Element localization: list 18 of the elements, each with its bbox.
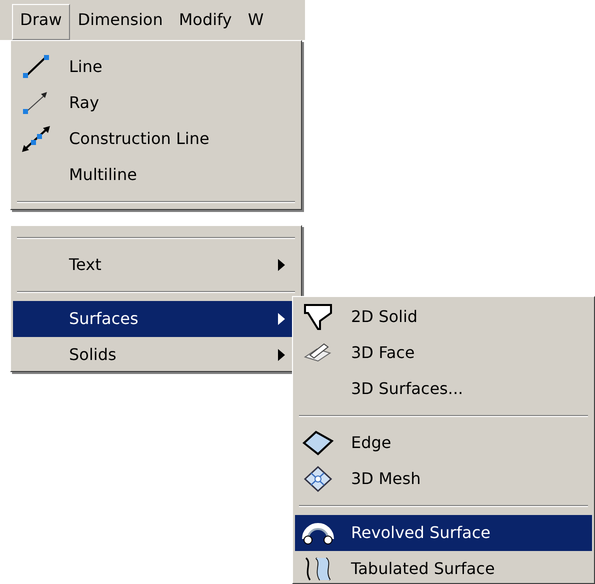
double-arrow-line-icon [19,125,53,153]
menu-item[interactable]: Tabulated Surface [295,551,592,583]
menu-item[interactable]: Edge [295,425,592,461]
menu-item[interactable]: Revolved Surface [295,515,592,551]
menu-item[interactable]: 3D Surfaces... [295,371,592,407]
menu-bar-item[interactable]: Draw [12,4,70,40]
menu-item[interactable]: 3D Mesh [295,461,592,497]
menu-bar-item[interactable]: W [240,4,272,40]
menu-item[interactable]: Multiline [13,157,299,193]
menu-bar-item[interactable]: Dimension [70,4,171,40]
funnel-icon [301,303,335,331]
menu-item[interactable]: Ray [13,85,299,121]
diamond-icon [301,429,335,457]
menu-item[interactable]: Line [13,49,299,85]
menu-item[interactable]: Construction Line [13,121,299,157]
menu-item[interactable]: Text [13,247,299,283]
mesh-diamond-icon [301,465,335,493]
menu-bar-item[interactable]: Modify [170,4,240,40]
